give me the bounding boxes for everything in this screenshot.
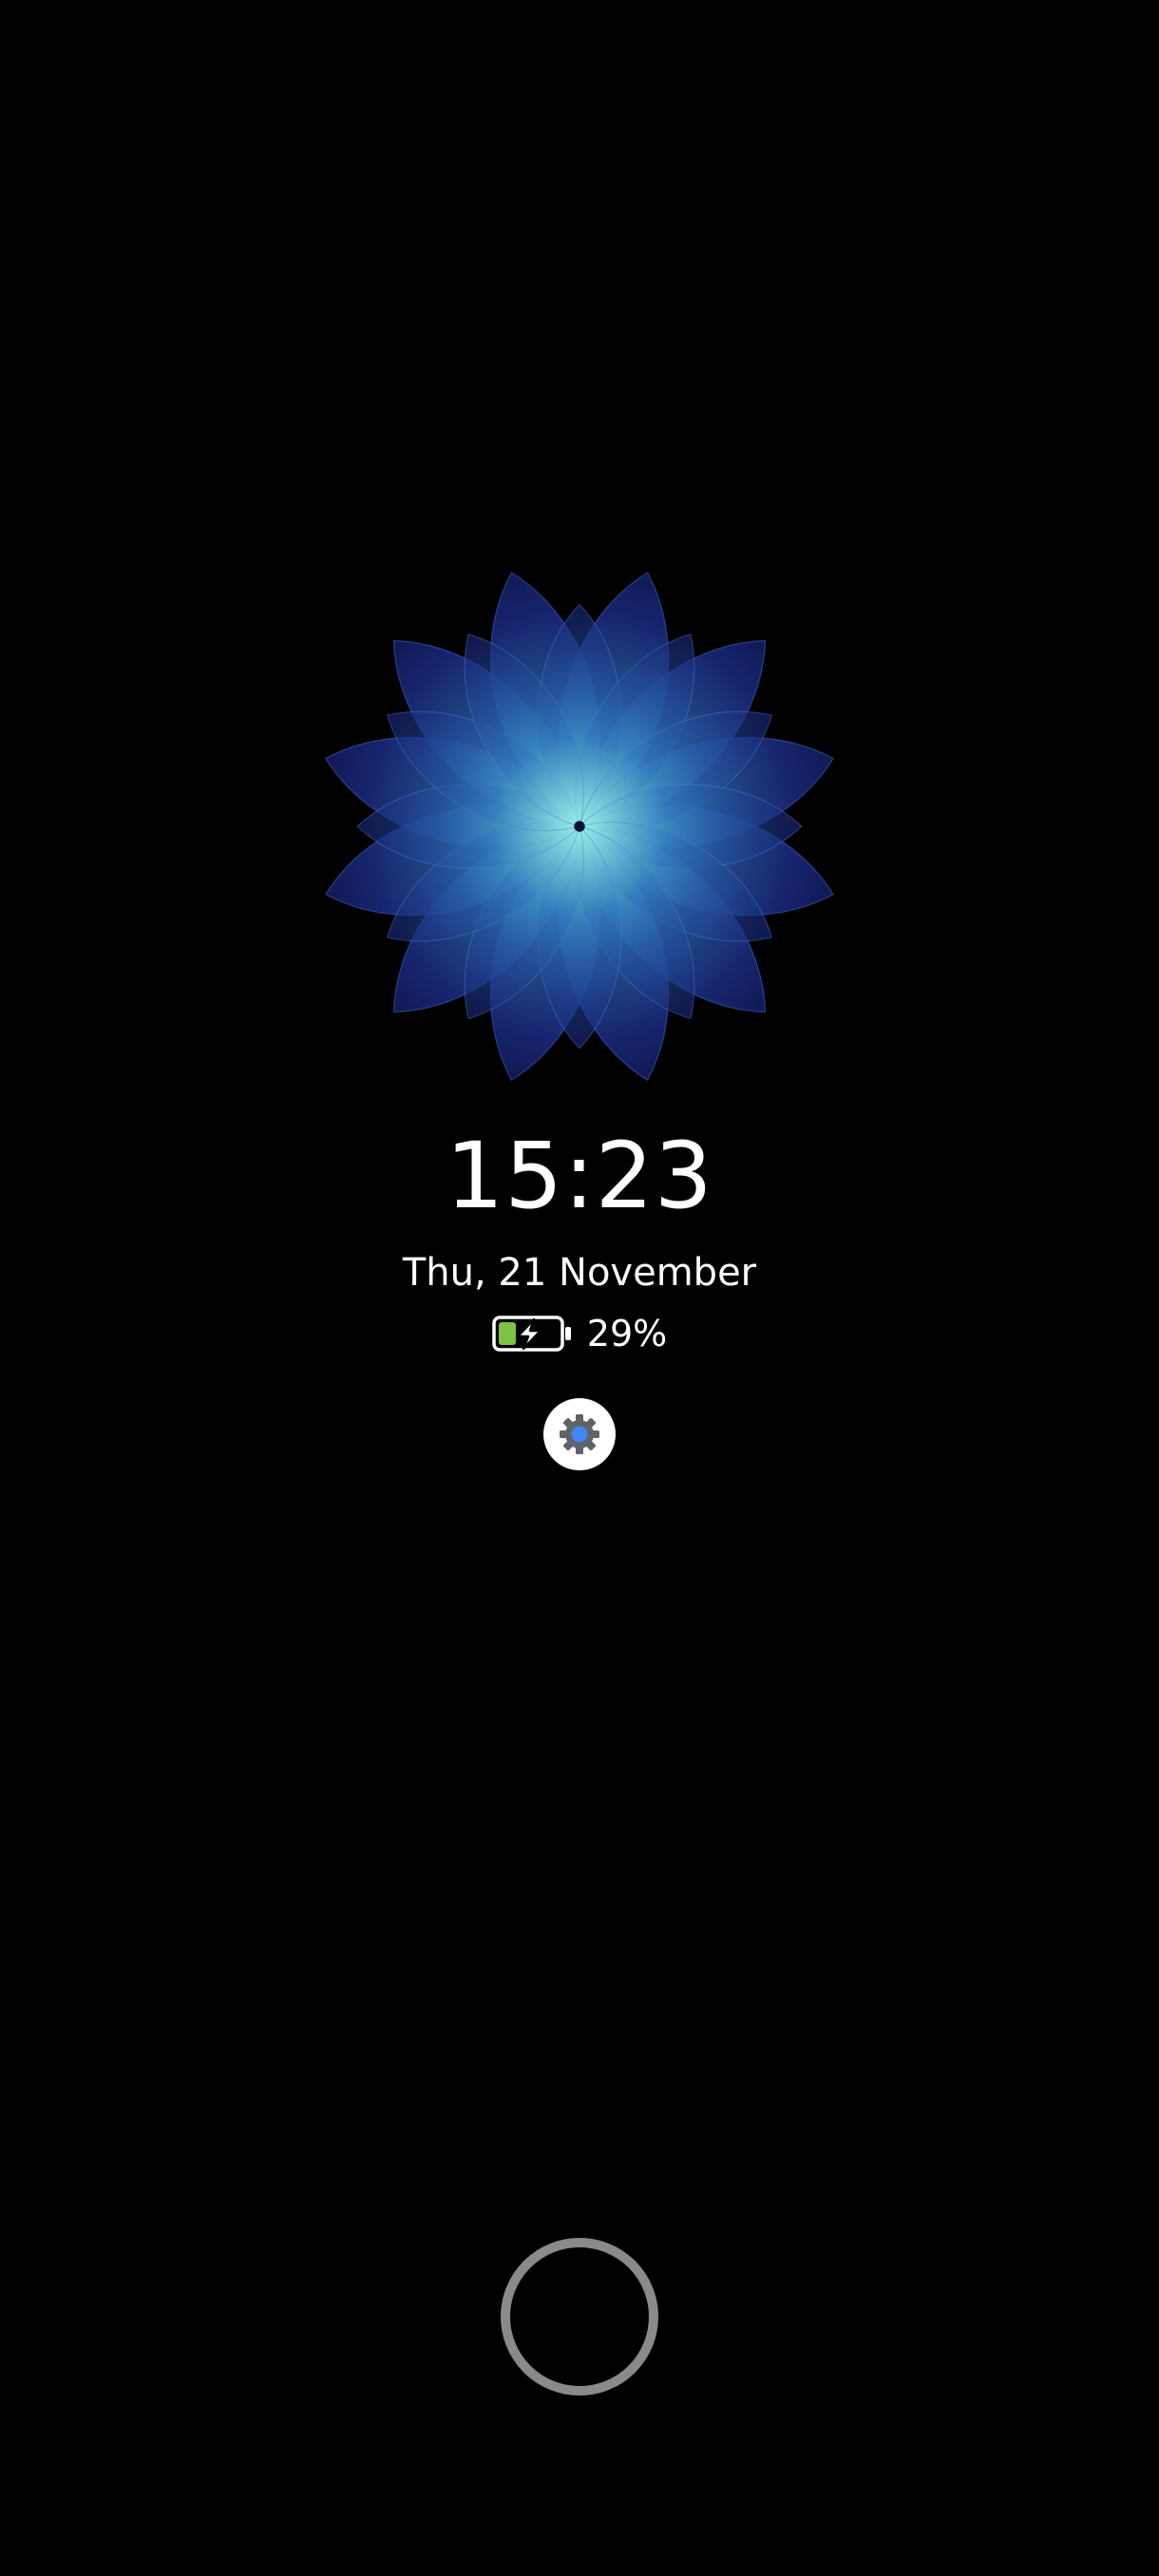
lock-date: Thu, 21 November <box>402 1251 757 1295</box>
lock-screen: 15:23 Thu, 21 November 29% <box>0 0 1159 2576</box>
battery-status: 29% <box>0 1307 1159 1360</box>
battery-charging-icon <box>492 1315 574 1353</box>
fingerprint-ring-icon[interactable] <box>501 2238 658 2396</box>
battery-percent: 29% <box>586 1313 668 1354</box>
lock-clock: 15:23 <box>446 1123 713 1229</box>
settings-gear-icon[interactable] <box>543 1398 616 1470</box>
flower-icon <box>309 556 850 1097</box>
